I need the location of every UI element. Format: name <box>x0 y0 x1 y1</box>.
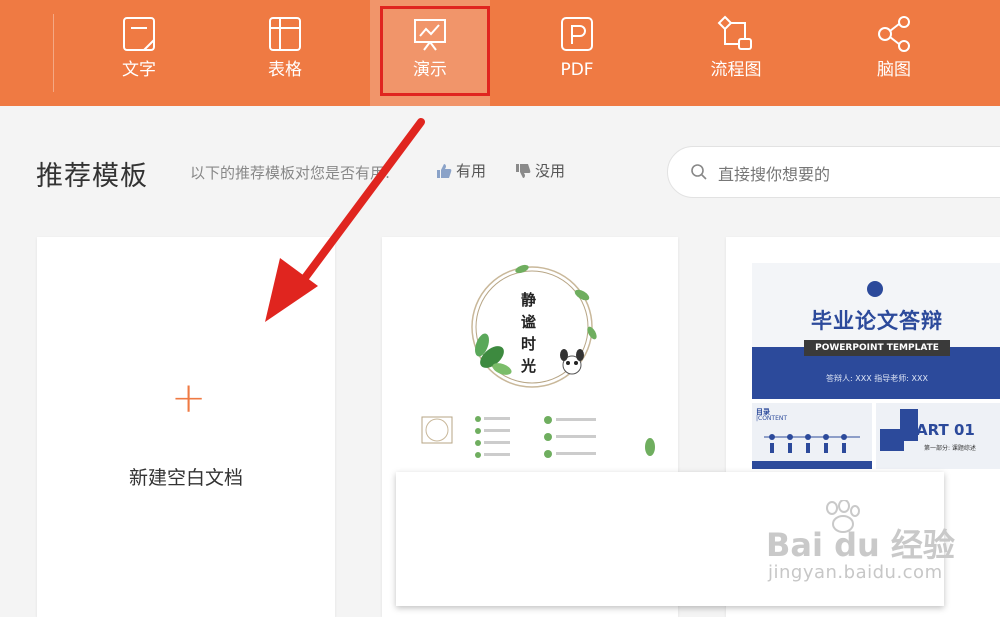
annotation-arrow <box>265 118 425 322</box>
